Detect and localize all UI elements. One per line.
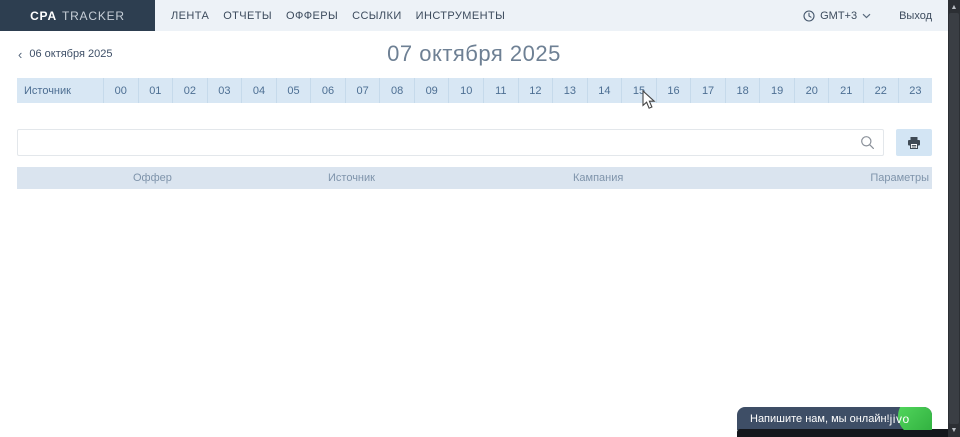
hour-column-header: 14 <box>587 78 622 103</box>
hour-column-header: 22 <box>863 78 898 103</box>
hour-column-header: 05 <box>276 78 311 103</box>
hours-source-column-header: Источник <box>17 78 103 103</box>
hour-column-header: 13 <box>552 78 587 103</box>
hour-column-header: 17 <box>690 78 725 103</box>
chat-widget[interactable]: Напишите нам, мы онлайн! jivo <box>737 407 932 430</box>
chat-message: Напишите нам, мы онлайн! <box>737 413 890 425</box>
hour-column-header: 06 <box>310 78 345 103</box>
hour-column-header: 01 <box>138 78 173 103</box>
search-field-wrap <box>17 129 884 156</box>
hour-column-header: 09 <box>414 78 449 103</box>
column-header-offer: Оффер <box>130 172 325 184</box>
scroll-up-icon[interactable]: ▲ <box>948 1 960 13</box>
hour-column-header: 07 <box>345 78 380 103</box>
timezone-dropdown[interactable]: GMT+3 <box>803 10 871 22</box>
hour-column-header: 23 <box>898 78 933 103</box>
navbar-right: GMT+3 Выход <box>803 0 948 31</box>
brand-logo-rest: TRACKER <box>62 9 125 23</box>
hour-column-header: 08 <box>379 78 414 103</box>
nav-menu-item[interactable]: ОФФЕРЫ <box>286 10 338 22</box>
hour-column-header: 03 <box>207 78 242 103</box>
hour-column-header: 15 <box>621 78 656 103</box>
logout-link[interactable]: Выход <box>899 10 932 22</box>
nav-menu-item[interactable]: ИНСТРУМЕНТЫ <box>416 10 506 22</box>
scrollbar-thumb[interactable] <box>949 13 959 424</box>
scroll-down-icon[interactable]: ▼ <box>948 424 960 436</box>
hour-column-header: 00 <box>103 78 138 103</box>
hour-column-header: 02 <box>172 78 207 103</box>
nav-menu-item[interactable]: ОТЧЕТЫ <box>223 10 272 22</box>
hour-column-header: 04 <box>241 78 276 103</box>
search-icon[interactable] <box>860 135 875 150</box>
brand-logo-bold: CPA <box>30 9 57 23</box>
timezone-label: GMT+3 <box>820 10 857 22</box>
app-viewport: CPA TRACKER ЛЕНТА ОТЧЕТЫ ОФФЕРЫ ССЫЛКИ ИНСТР… <box>0 0 960 437</box>
column-header-params: Параметры <box>867 172 932 184</box>
hour-column-header: 20 <box>794 78 829 103</box>
nav-menu-item[interactable]: ССЫЛКИ <box>352 10 402 22</box>
column-header-campaign: Кампания <box>570 172 867 184</box>
scrollbar[interactable]: ▲ ▼ <box>948 0 960 437</box>
clock-icon <box>803 10 815 22</box>
nav-menu-item[interactable]: ЛЕНТА <box>171 10 209 22</box>
hour-column-header: 18 <box>725 78 760 103</box>
search-toolbar <box>17 129 932 156</box>
main-menu: ЛЕНТА ОТЧЕТЫ ОФФЕРЫ ССЫЛКИ ИНСТРУМЕНТЫ <box>155 0 505 31</box>
page-title: 07 октября 2025 <box>0 41 948 67</box>
chevron-down-icon <box>862 13 871 19</box>
hours-header-row: Источник 0001020304050607080910111213141… <box>17 78 932 103</box>
hour-columns: 0001020304050607080910111213141516171819… <box>103 78 932 103</box>
hour-column-header: 11 <box>483 78 518 103</box>
chat-widget-bottom-bar[interactable] <box>737 429 948 437</box>
hour-column-header: 16 <box>656 78 691 103</box>
jivo-logo: jivo <box>890 412 910 426</box>
print-button[interactable] <box>896 129 932 156</box>
hour-column-header: 12 <box>518 78 553 103</box>
brand-logo[interactable]: CPA TRACKER <box>0 0 155 31</box>
search-input[interactable] <box>17 129 884 156</box>
column-header-source: Источник <box>325 172 570 184</box>
printer-icon <box>907 136 921 150</box>
hour-column-header: 21 <box>828 78 863 103</box>
links-table-header: Оффер Источник Кампания Параметры <box>17 167 932 189</box>
hour-column-header: 10 <box>448 78 483 103</box>
hour-column-header: 19 <box>759 78 794 103</box>
top-navbar: CPA TRACKER ЛЕНТА ОТЧЕТЫ ОФФЕРЫ ССЫЛКИ ИНСТР… <box>0 0 948 31</box>
